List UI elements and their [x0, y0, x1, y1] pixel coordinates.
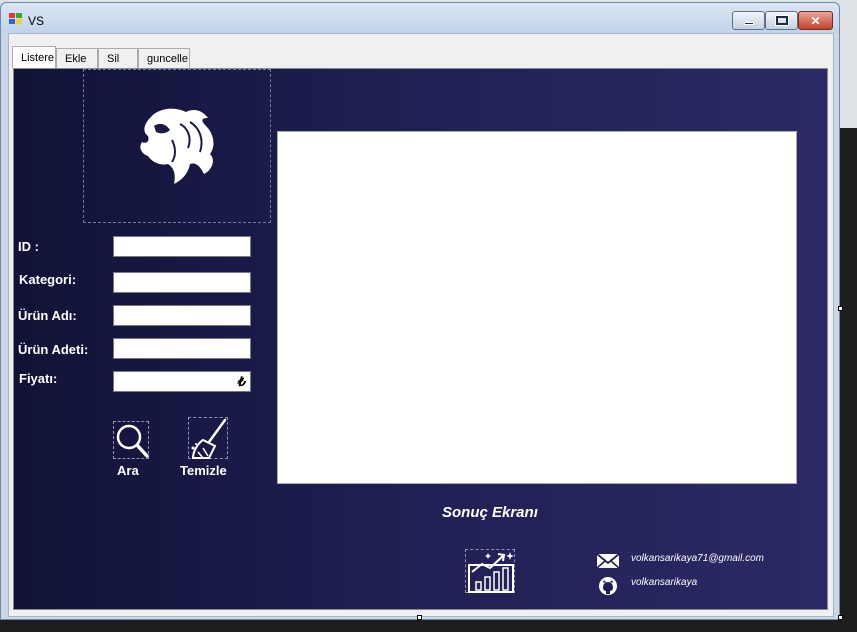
logo-picturebox [83, 69, 271, 223]
app-window: VS ✕ Listere Ekle Sil guncelle ID: Kate… [0, 2, 840, 620]
price-label: Fiyatı: [19, 371, 58, 386]
github-icon [599, 577, 617, 595]
price-field[interactable]: ₺ [113, 371, 251, 392]
clear-button[interactable] [188, 417, 228, 459]
chart-growth-icon [468, 552, 514, 593]
search-icon [116, 424, 149, 458]
broom-icon [191, 418, 227, 459]
list-panel: ID : Kategori: Ürün Adı: Ürün Adeti: Fiy… [13, 68, 828, 610]
resize-handle-right[interactable] [838, 306, 843, 311]
product-count-label: Ürün Adeti: [18, 342, 89, 357]
maximize-button[interactable] [765, 11, 798, 30]
search-button-label[interactable]: Ara [117, 463, 139, 478]
window-title: VS [28, 14, 45, 28]
product-count-field[interactable] [113, 338, 251, 359]
tab-listere[interactable]: Listere [12, 46, 56, 68]
minimize-icon [743, 21, 754, 25]
resize-handle-bottom[interactable] [417, 615, 422, 620]
lira-icon: ₺ [236, 374, 245, 389]
tab-guncelle[interactable]: guncelle [138, 48, 190, 68]
chart-growth-picturebox [465, 549, 515, 593]
clear-button-label[interactable]: Temizle [180, 463, 227, 478]
tab-strip: Listere Ekle Sil guncelle [12, 46, 190, 68]
search-button[interactable] [113, 421, 149, 459]
product-name-field[interactable] [113, 305, 251, 326]
tab-ekle[interactable]: Ekle [56, 48, 98, 68]
minimize-button[interactable] [732, 11, 765, 30]
id-field[interactable] [113, 236, 251, 257]
category-field[interactable] [113, 272, 251, 293]
result-grid[interactable] [277, 131, 797, 484]
close-icon: ✕ [810, 13, 821, 28]
tab-sil[interactable]: Sil [98, 48, 138, 68]
close-button[interactable]: ✕ [798, 11, 833, 30]
mail-icon [596, 553, 620, 569]
github-link[interactable]: volkansarikaya [631, 577, 697, 588]
email-link[interactable]: volkansarikaya71@gmail.com [631, 553, 764, 564]
product-name-label: Ürün Adı: [18, 308, 77, 323]
maximize-icon [774, 15, 789, 26]
resize-handle-corner[interactable] [838, 615, 843, 620]
client-area: Listere Ekle Sil guncelle ID : Kategori: [8, 33, 834, 617]
result-caption: Sonuç Ekranı [442, 504, 538, 521]
horse-logo-icon [140, 108, 214, 184]
category-label: Kategori: [19, 272, 77, 287]
app-icon [9, 13, 23, 25]
title-bar[interactable]: VS ✕ [1, 3, 839, 33]
id-label: ID : [18, 239, 39, 254]
